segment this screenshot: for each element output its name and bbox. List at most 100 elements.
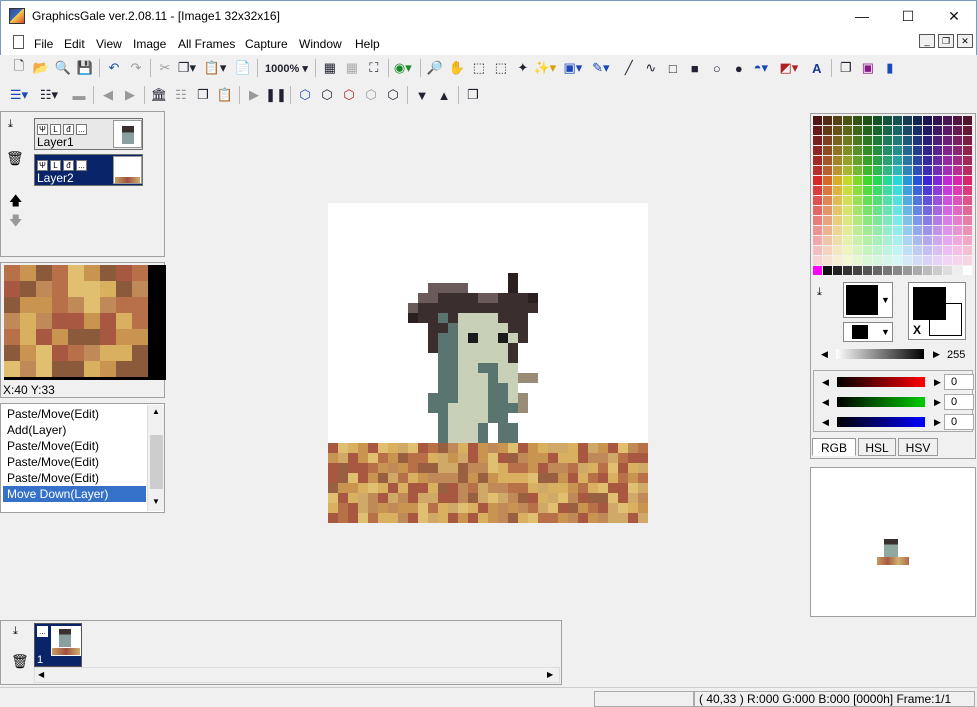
paste-icon[interactable]: 📋▾ bbox=[204, 57, 227, 79]
palette-swatch[interactable] bbox=[813, 216, 822, 225]
palette-swatch[interactable] bbox=[963, 256, 972, 265]
palette-swatch[interactable] bbox=[843, 236, 852, 245]
palette-swatch[interactable] bbox=[833, 126, 842, 135]
palette-swatch[interactable] bbox=[823, 256, 832, 265]
palette-swatch[interactable] bbox=[923, 196, 932, 205]
palette-swatch[interactable] bbox=[943, 146, 952, 155]
palette-swatch[interactable] bbox=[873, 236, 882, 245]
palette-swatch[interactable] bbox=[913, 176, 922, 185]
palette-swatch[interactable] bbox=[883, 166, 892, 175]
palette-swatch[interactable] bbox=[863, 136, 872, 145]
scroll-up-icon[interactable]: ▲ bbox=[152, 407, 160, 416]
palette-swatch[interactable] bbox=[823, 176, 832, 185]
layer-link-button[interactable]: đ bbox=[63, 124, 74, 135]
palette-swatch[interactable] bbox=[873, 136, 882, 145]
palette-swatch[interactable] bbox=[873, 206, 882, 215]
palette-swatch[interactable] bbox=[893, 176, 902, 185]
palette-swatch[interactable] bbox=[953, 156, 962, 165]
palette-swatch[interactable] bbox=[923, 256, 932, 265]
polygon-select-icon[interactable]: ✦ bbox=[512, 57, 534, 79]
palette-swatch[interactable] bbox=[873, 156, 882, 165]
red-slider[interactable] bbox=[837, 377, 925, 387]
menu-image[interactable]: Image bbox=[133, 37, 166, 51]
palette-swatch[interactable] bbox=[943, 266, 952, 275]
palette-swatch[interactable] bbox=[923, 176, 932, 185]
palette-swatch[interactable] bbox=[843, 256, 852, 265]
palette-swatch[interactable] bbox=[833, 236, 842, 245]
palette-swatch[interactable] bbox=[933, 146, 942, 155]
palette-swatch[interactable] bbox=[913, 216, 922, 225]
layer-lock-button[interactable]: L bbox=[50, 124, 61, 135]
palette-swatch[interactable] bbox=[833, 256, 842, 265]
palette-swatch[interactable] bbox=[923, 226, 932, 235]
palette-swatch[interactable] bbox=[813, 116, 822, 125]
palette-swatch[interactable] bbox=[853, 196, 862, 205]
palette-swatch[interactable] bbox=[823, 216, 832, 225]
palette-swatch[interactable] bbox=[963, 186, 972, 195]
palette-swatch[interactable] bbox=[903, 116, 912, 125]
palette-swatch[interactable] bbox=[833, 216, 842, 225]
palette-swatch[interactable] bbox=[893, 196, 902, 205]
save-icon[interactable]: 💾 bbox=[74, 57, 96, 79]
palette-swatch[interactable] bbox=[903, 156, 912, 165]
palette-swatch[interactable] bbox=[823, 126, 832, 135]
palette-swatch[interactable] bbox=[913, 146, 922, 155]
new-icon[interactable]: 🗋 bbox=[8, 57, 30, 79]
palette-swatch[interactable] bbox=[873, 266, 882, 275]
palette-swatch[interactable] bbox=[963, 196, 972, 205]
menu-all-frames[interactable]: All Frames bbox=[178, 37, 235, 51]
palette-swatch[interactable] bbox=[893, 206, 902, 215]
palette-swatch[interactable] bbox=[903, 246, 912, 255]
palette-swatch[interactable] bbox=[813, 156, 822, 165]
palette-swatch[interactable] bbox=[813, 196, 822, 205]
layer-down-icon[interactable]: 🡇 bbox=[9, 212, 22, 234]
palette-swatch[interactable] bbox=[813, 186, 822, 195]
palette-swatch[interactable] bbox=[953, 206, 962, 215]
history-scrollbar[interactable]: ▲ ▼ bbox=[147, 405, 164, 511]
palette-swatch[interactable] bbox=[873, 126, 882, 135]
palette-swatch[interactable] bbox=[923, 116, 932, 125]
palette-swatch[interactable] bbox=[903, 226, 912, 235]
palette-swatch[interactable] bbox=[893, 136, 902, 145]
slider-right-icon[interactable]: ▶ bbox=[933, 349, 940, 360]
up-icon[interactable]: ▲ bbox=[433, 84, 455, 106]
slider-left-icon[interactable]: ◀ bbox=[821, 349, 828, 360]
green-value[interactable]: 0 bbox=[944, 394, 974, 410]
palette-swatch[interactable] bbox=[873, 116, 882, 125]
palette-swatch[interactable] bbox=[903, 176, 912, 185]
rect-select-icon[interactable]: ⬚ bbox=[468, 57, 490, 79]
palette-swatch[interactable] bbox=[833, 166, 842, 175]
lasso-icon[interactable]: ⬚ bbox=[490, 57, 512, 79]
palette-swatch[interactable] bbox=[853, 166, 862, 175]
palette-swatch[interactable] bbox=[863, 266, 872, 275]
palette-swatch[interactable] bbox=[963, 166, 972, 175]
palette-swatch[interactable] bbox=[933, 136, 942, 145]
palette-swatch[interactable] bbox=[853, 156, 862, 165]
layer-download-icon[interactable]: ⤓ bbox=[8, 118, 13, 131]
palette-swatch[interactable] bbox=[933, 196, 942, 205]
palette-swatch[interactable] bbox=[873, 216, 882, 225]
palette-swatch[interactable] bbox=[913, 246, 922, 255]
palette-swatch[interactable] bbox=[953, 186, 962, 195]
palette-swatch[interactable] bbox=[813, 246, 822, 255]
palette-swatch[interactable] bbox=[883, 116, 892, 125]
palette-swatch[interactable] bbox=[813, 176, 822, 185]
palette-swatch[interactable] bbox=[843, 196, 852, 205]
palette-swatch[interactable] bbox=[913, 136, 922, 145]
menu-window[interactable]: Window bbox=[299, 37, 342, 51]
palette-swatch[interactable] bbox=[953, 216, 962, 225]
palette-swatch[interactable] bbox=[933, 256, 942, 265]
palette-swatch[interactable] bbox=[853, 176, 862, 185]
palette-swatch[interactable] bbox=[853, 256, 862, 265]
palette-swatch[interactable] bbox=[963, 226, 972, 235]
palette-swatch[interactable] bbox=[883, 156, 892, 165]
palette-swatch[interactable] bbox=[883, 136, 892, 145]
palette-swatch[interactable] bbox=[843, 136, 852, 145]
palette-swatch[interactable] bbox=[943, 156, 952, 165]
ellipse-outline-icon[interactable]: ○ bbox=[706, 57, 728, 79]
fill-bucket-icon[interactable]: ◓▾ bbox=[750, 57, 772, 79]
palette-swatch[interactable] bbox=[923, 206, 932, 215]
hand-icon[interactable]: ✋ bbox=[446, 57, 468, 79]
history-item[interactable]: Paste/Move(Edit) bbox=[3, 470, 146, 486]
palette-swatch[interactable] bbox=[893, 186, 902, 195]
